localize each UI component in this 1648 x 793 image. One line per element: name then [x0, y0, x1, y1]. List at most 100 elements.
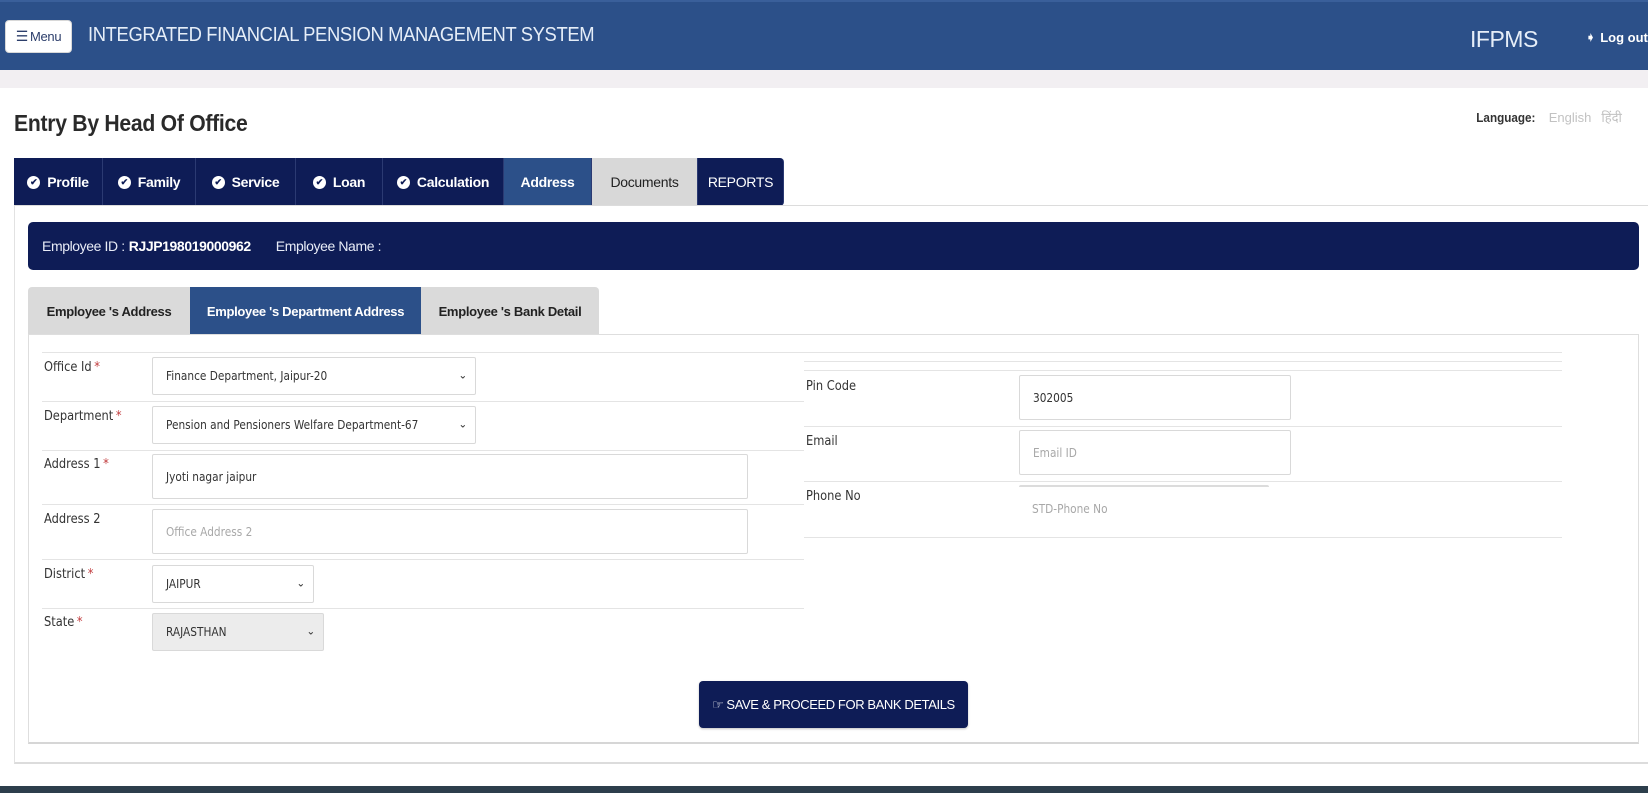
app-title: INTEGRATED FINANCIAL PENSION MANAGEMENT …: [88, 24, 595, 46]
office-id-value: Finance Department, Jaipur-20: [166, 369, 328, 383]
top-navbar: ☰ Menu INTEGRATED FINANCIAL PENSION MANA…: [0, 0, 1648, 70]
required-marker: *: [103, 457, 109, 472]
logout-label: Log out: [1600, 30, 1648, 45]
chevron-down-icon: ⌄: [458, 370, 467, 382]
chevron-down-icon: ⌄: [458, 419, 467, 431]
label-text: Office Id: [44, 360, 92, 375]
row-divider: [804, 426, 1562, 427]
employee-name-label: Employee Name :: [275, 238, 382, 254]
row-divider: [42, 504, 804, 505]
tab-label: Profile: [47, 174, 89, 190]
row-divider: [804, 537, 1562, 538]
tab-label: Calculation: [416, 174, 490, 190]
department-select[interactable]: Pension and Pensioners Welfare Departmen…: [152, 406, 476, 444]
brand-logo-text[interactable]: IFPMS: [1470, 26, 1538, 53]
pin-code-input[interactable]: 302005: [1019, 375, 1291, 420]
pin-code-label: Pin Code: [806, 379, 856, 394]
subtab-label: Employee 's Bank Detail: [438, 303, 582, 319]
subtab-department-address[interactable]: Employee 's Department Address: [190, 287, 421, 335]
tab-service[interactable]: ✔ Service: [196, 158, 296, 206]
subtab-bank-detail[interactable]: Employee 's Bank Detail: [421, 287, 599, 335]
employee-id-value: RJJP198019000962: [128, 238, 251, 254]
state-label: State *: [44, 615, 83, 630]
tab-family[interactable]: ✔ Family: [103, 158, 196, 206]
department-label: Department *: [44, 409, 122, 424]
save-proceed-bank-button[interactable]: ☞ SAVE & PROCEED FOR BANK DETAILS: [699, 681, 968, 728]
pin-code-value: 302005: [1033, 390, 1074, 405]
language-switcher: Language: English हिंदी: [1473, 108, 1622, 126]
hand-pointer-icon: ☞: [712, 696, 724, 712]
row-divider: [42, 559, 804, 560]
check-circle-icon: ✔: [312, 175, 326, 189]
row-divider: [42, 401, 804, 402]
tab-label: REPORTS: [707, 174, 774, 190]
label-text: Phone No: [806, 489, 861, 504]
page-footer: [0, 786, 1648, 793]
subtab-employee-address[interactable]: Employee 's Address: [28, 287, 190, 335]
phone-label: Phone No: [806, 489, 861, 504]
phone-input[interactable]: STD-Phone No: [1019, 485, 1269, 530]
subtab-label: Employee 's Department Address: [206, 303, 405, 319]
menu-button[interactable]: ☰ Menu: [5, 20, 72, 53]
district-select[interactable]: JAIPUR ⌄: [152, 565, 314, 603]
address2-label: Address 2: [44, 512, 100, 527]
employee-id-label: Employee ID :: [42, 238, 125, 254]
header-subbar: [0, 70, 1648, 88]
label-text: State: [44, 615, 75, 630]
tab-label: Loan: [332, 174, 366, 190]
chevron-down-icon: ⌄: [296, 578, 305, 590]
district-label: District *: [44, 567, 93, 582]
employee-info-bar: Employee ID : RJJP198019000962 Employee …: [28, 222, 1639, 270]
row-divider: [804, 361, 1562, 362]
main-tabs: ✔ Profile ✔ Family ✔ Service ✔ Loan ✔ Ca…: [14, 158, 784, 206]
address1-value: Jyoti nagar jaipur: [166, 469, 257, 484]
row-divider: [42, 450, 804, 451]
address-sub-tabs: Employee 's Address Employee 's Departme…: [28, 287, 599, 335]
label-text: District: [44, 567, 86, 582]
label-text: Address 2: [44, 512, 101, 527]
page-title: Entry By Head Of Office: [14, 110, 248, 136]
logout-link[interactable]: ➧ Log out: [1586, 30, 1648, 45]
row-divider: [42, 608, 804, 609]
required-marker: *: [87, 567, 94, 582]
label-text: Pin Code: [806, 379, 857, 394]
check-circle-icon: ✔: [27, 175, 41, 189]
address1-label: Address 1 *: [44, 457, 109, 472]
menu-label: Menu: [29, 29, 62, 44]
label-text: Department: [44, 409, 114, 424]
tab-calculation[interactable]: ✔ Calculation: [383, 158, 504, 206]
row-divider: [42, 352, 804, 353]
department-value: Pension and Pensioners Welfare Departmen…: [166, 418, 419, 432]
tab-label: Documents: [610, 174, 679, 190]
tab-address[interactable]: Address: [504, 158, 592, 206]
tab-reports[interactable]: REPORTS: [698, 158, 784, 206]
row-divider: [804, 352, 1562, 353]
chevron-down-icon: ⌄: [306, 626, 315, 638]
label-text: Email: [806, 434, 838, 449]
address1-input[interactable]: Jyoti nagar jaipur: [152, 454, 748, 499]
language-label: Language:: [1476, 110, 1536, 125]
email-input[interactable]: Email ID: [1019, 430, 1291, 475]
office-id-select[interactable]: Finance Department, Jaipur-20 ⌄: [152, 357, 476, 395]
office-id-label: Office Id *: [44, 360, 100, 375]
tab-label: Service: [231, 174, 280, 190]
email-placeholder: Email ID: [1033, 445, 1077, 460]
tab-profile[interactable]: ✔ Profile: [14, 158, 103, 206]
required-marker: *: [76, 615, 83, 630]
tab-loan[interactable]: ✔ Loan: [296, 158, 383, 206]
required-marker: *: [94, 360, 101, 375]
email-label: Email: [806, 434, 838, 449]
tab-documents[interactable]: Documents: [592, 158, 698, 206]
tab-label: Family: [137, 174, 181, 190]
language-english[interactable]: English: [1549, 110, 1592, 125]
subtab-label: Employee 's Address: [46, 303, 172, 319]
required-marker: *: [115, 409, 122, 424]
hamburger-icon: ☰: [15, 28, 29, 44]
check-circle-icon: ✔: [117, 175, 131, 189]
state-select[interactable]: RAJASTHAN ⌄: [152, 613, 324, 651]
language-hindi[interactable]: हिंदी: [1601, 108, 1622, 126]
address2-input[interactable]: Office Address 2: [152, 509, 748, 554]
state-value: RAJASTHAN: [166, 625, 227, 639]
check-circle-icon: ✔: [211, 175, 225, 189]
save-button-label: SAVE & PROCEED FOR BANK DETAILS: [726, 697, 955, 712]
